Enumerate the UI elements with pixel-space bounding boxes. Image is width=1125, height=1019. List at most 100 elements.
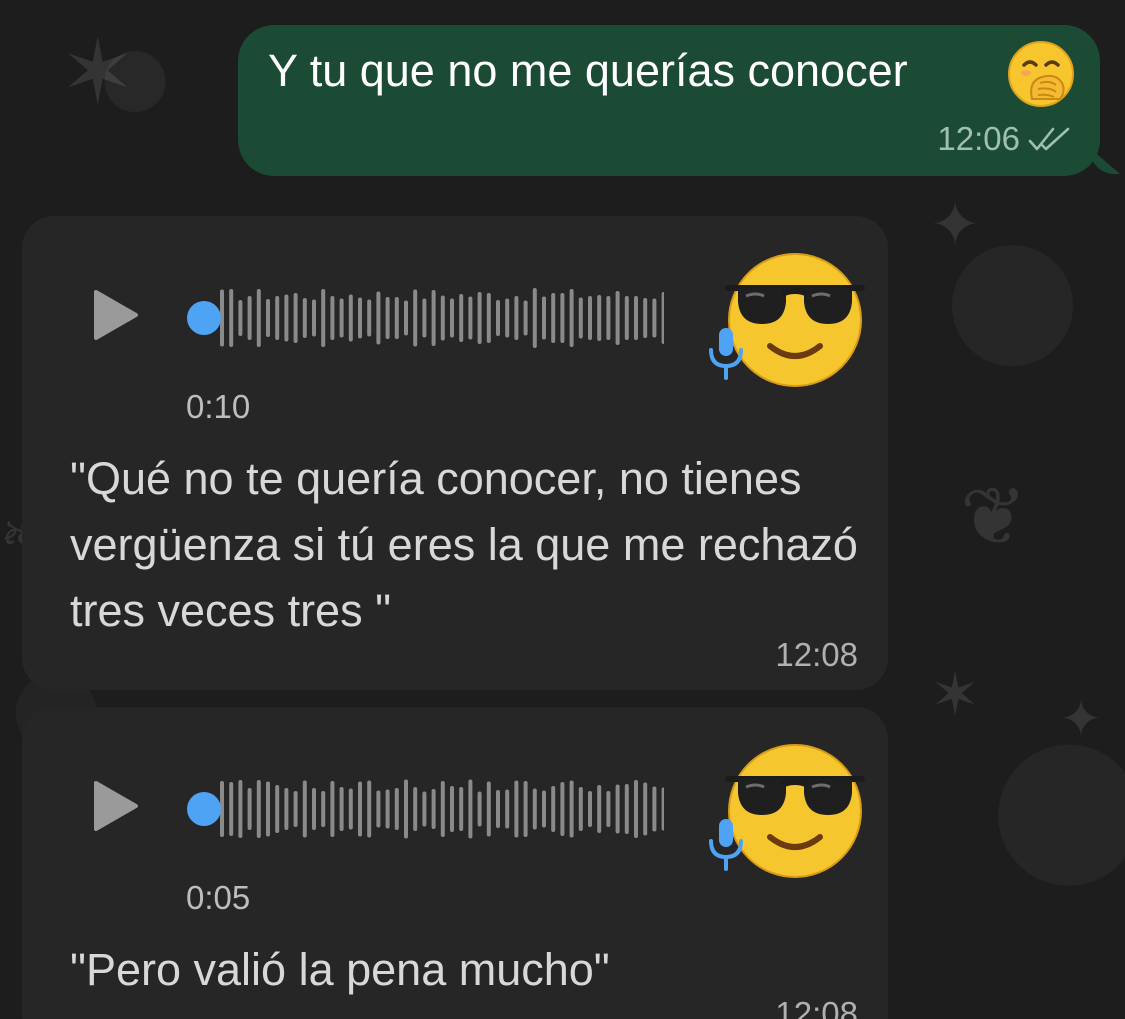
waveform-bar (450, 786, 454, 832)
waveform-bar (312, 299, 316, 337)
play-icon[interactable] (92, 779, 140, 833)
waveform-bar (256, 780, 261, 838)
waveform-bar (321, 791, 326, 827)
waveform-bar (468, 779, 473, 839)
waveform-bar (551, 786, 556, 832)
waveform-bar (496, 300, 500, 336)
outgoing-message-bubble[interactable]: Y tu que no me querías conocer 12:06 (238, 25, 1100, 176)
waveform-bar (468, 296, 473, 340)
waveform-bar (459, 294, 464, 342)
waveform-bar (532, 288, 537, 348)
message-meta: 12:06 (937, 120, 1072, 158)
waveform-bar (348, 294, 353, 342)
waveform-bar (293, 791, 298, 827)
waveform-bar (302, 298, 307, 338)
waveform-bar (376, 790, 381, 828)
waveform-bar (293, 293, 298, 343)
waveform-bar (330, 296, 335, 340)
playback-position-handle[interactable] (187, 301, 221, 335)
waveform-bar (496, 790, 500, 828)
waveform-bar (229, 289, 234, 347)
microphone-icon (709, 819, 743, 871)
waveform-bar (505, 789, 510, 829)
waveform-bar (578, 297, 583, 339)
waveform-bar (615, 784, 620, 834)
voice-duration: 0:10 (186, 388, 251, 425)
waveform-bar (247, 296, 252, 340)
waveform-bar (348, 788, 353, 830)
waveform-bar (652, 786, 657, 832)
play-icon[interactable] (92, 288, 140, 342)
waveform-bar (634, 296, 638, 340)
incoming-voice-message[interactable]: 0:10 "Qué no te quería conocer, no tiene… (22, 216, 888, 690)
waveform-bar (624, 296, 629, 340)
playback-position-handle[interactable] (187, 792, 221, 826)
waveform-bar (330, 781, 335, 837)
waveform-bar (229, 782, 234, 836)
chat-background: ✶ ✦ ✶ ❦ ❧ ✦ Y tu que no me querías conoc… (0, 0, 1125, 1019)
waveform-bar (643, 298, 648, 338)
read-receipt-double-check-icon (1028, 127, 1070, 151)
waveform-bar (413, 787, 418, 831)
waveform-bar (606, 791, 611, 827)
waveform-bar (367, 299, 372, 337)
waveform-bar (523, 781, 528, 837)
voice-transcript: "Qué no te quería conocer, no tienes ver… (70, 453, 858, 636)
waveform-bar (284, 788, 289, 830)
waveform-bar (385, 297, 390, 339)
waveform-bar (367, 780, 372, 838)
waveform-bar (312, 788, 316, 830)
waveform-bar (588, 296, 592, 340)
waveform-bar (431, 290, 436, 346)
waveform-bar (440, 295, 445, 341)
voice-transcript: "Pero valió la pena mucho" (70, 944, 610, 995)
waveform-bar (597, 295, 602, 341)
waveform-bar (569, 780, 574, 838)
waveform-bar (560, 782, 565, 836)
waveform-bar (376, 291, 381, 345)
waveform-bar (385, 789, 390, 829)
waveform-bar (238, 300, 243, 336)
waveform-bar (661, 787, 664, 831)
waveform-bar (440, 781, 445, 837)
waveform-bar (514, 296, 519, 340)
waveform-bar (578, 787, 583, 831)
waveform-bar (588, 791, 592, 827)
waveform-bar (275, 785, 280, 833)
waveform-bar (459, 787, 464, 831)
waveform-bar (284, 294, 289, 342)
waveform-bar (358, 297, 362, 339)
waveform-bar (661, 292, 664, 344)
waveform-bar (624, 784, 629, 834)
waveform-bar (339, 298, 344, 338)
waveform-bar (652, 298, 657, 338)
waveform-bar (542, 296, 546, 340)
waveform-bar (394, 297, 399, 339)
waveform-bar (551, 293, 556, 343)
waveform-bar (514, 780, 519, 838)
waveform-bar (256, 289, 261, 347)
waveform-bar (486, 781, 491, 837)
waveform-bar (413, 289, 418, 347)
waveform-bar (477, 791, 482, 827)
waveform-bar (247, 788, 252, 830)
waveform-bar (302, 780, 307, 838)
waveform-bar (597, 785, 602, 833)
wallpaper-doodle: ✦ (930, 190, 981, 260)
wallpaper-doodle: ✶ (930, 660, 981, 730)
incoming-voice-message[interactable]: 0:05 "Pero valió la pena mucho" 12:08 (22, 707, 888, 1019)
waveform-bar (422, 791, 427, 827)
waveform-bar (569, 289, 574, 347)
waveform-bar (238, 780, 243, 838)
microphone-icon (709, 328, 743, 380)
voice-duration: 0:05 (186, 879, 251, 916)
waveform-bar (422, 298, 427, 338)
voice-waveform[interactable] (184, 286, 664, 350)
voice-waveform[interactable] (184, 777, 664, 841)
waveform-bar (358, 781, 362, 837)
waveform-bar (505, 298, 510, 338)
wallpaper-doodle: ❦ (960, 470, 1028, 563)
waveform-bar (450, 298, 454, 338)
waveform-bar (606, 296, 611, 340)
waveform-bar (486, 293, 491, 343)
